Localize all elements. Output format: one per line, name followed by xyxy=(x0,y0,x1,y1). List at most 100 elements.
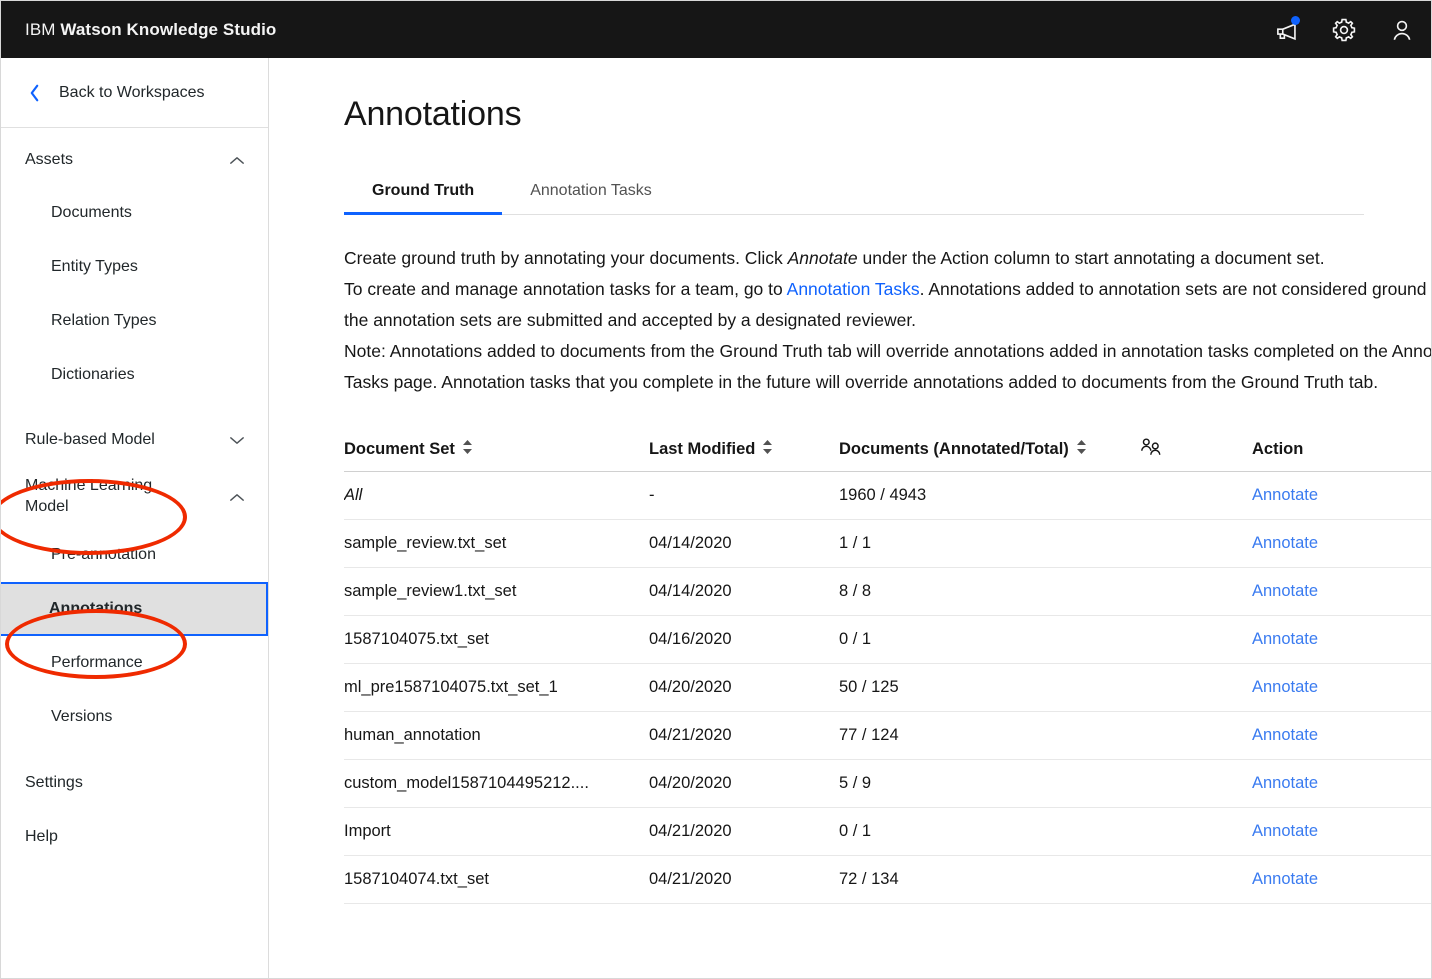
cell-last-modified: 04/21/2020 xyxy=(649,870,732,888)
description-text: Create ground truth by annotating your d… xyxy=(344,248,788,268)
sidebar-item-performance[interactable]: Performance xyxy=(1,636,268,690)
account-button[interactable] xyxy=(1373,1,1431,58)
user-avatar-icon xyxy=(1389,17,1415,43)
annotate-link[interactable]: Annotate xyxy=(1252,630,1318,648)
sidebar-item-label: Entity Types xyxy=(51,258,138,275)
cell-action: Annotate xyxy=(1252,726,1431,745)
annotate-link[interactable]: Annotate xyxy=(1252,870,1318,888)
sidebar-section-assets[interactable]: Assets xyxy=(1,134,268,186)
chevron-up-icon xyxy=(228,488,246,506)
column-header-document-set[interactable]: Document Set xyxy=(344,439,649,460)
annotate-link[interactable]: Annotate xyxy=(1252,726,1318,744)
cell-last-modified: 04/14/2020 xyxy=(649,582,732,600)
sidebar-item-annotations[interactable]: Annotations xyxy=(1,582,268,636)
sidebar-nav-list: Assets Documents Entity Types Relation T… xyxy=(1,128,268,864)
annotate-link[interactable]: Annotate xyxy=(1252,534,1318,552)
sidebar-item-label: Annotations xyxy=(49,600,143,617)
table-row[interactable]: ml_pre1587104075.txt_set_1 04/20/2020 50… xyxy=(344,664,1431,712)
annotate-link[interactable]: Annotate xyxy=(1252,486,1318,504)
cell-last-modified: 04/16/2020 xyxy=(649,630,732,648)
cell-document-set: sample_review.txt_set xyxy=(344,534,507,552)
tab-ground-truth[interactable]: Ground Truth xyxy=(344,176,503,215)
sort-arrows-icon xyxy=(762,439,773,460)
annotate-link[interactable]: Annotate xyxy=(1252,774,1318,792)
cell-document-set: custom_model1587104495212.... xyxy=(344,774,589,792)
cell-documents: 1 / 1 xyxy=(839,534,872,552)
column-header-label: Documents (Annotated/Total) xyxy=(839,440,1069,458)
description-text: To create and manage annotation tasks fo… xyxy=(344,279,787,299)
back-to-workspaces-link[interactable]: Back to Workspaces xyxy=(1,58,268,128)
cell-document-set: 1587104075.txt_set xyxy=(344,630,489,648)
annotate-link[interactable]: Annotate xyxy=(1252,678,1318,696)
column-header-last-modified[interactable]: Last Modified xyxy=(649,439,839,460)
cell-last-modified: 04/14/2020 xyxy=(649,534,732,552)
table-row[interactable]: All - 1960 / 4943 Annotate xyxy=(344,472,1431,520)
sidebar-section-rule-based-model[interactable]: Rule-based Model xyxy=(1,414,268,466)
column-header-label: Document Set xyxy=(344,440,455,458)
sidebar-item-pre-annotation[interactable]: Pre-annotation xyxy=(1,528,268,582)
description-paragraph-1: Create ground truth by annotating your d… xyxy=(344,243,1431,274)
table-row[interactable]: 1587104075.txt_set 04/16/2020 0 / 1 Anno… xyxy=(344,616,1431,664)
brand-title: IBM Watson Knowledge Studio xyxy=(25,20,276,40)
description-paragraph-2: To create and manage annotation tasks fo… xyxy=(344,274,1431,336)
sidebar-item-dictionaries[interactable]: Dictionaries xyxy=(1,348,268,402)
annotation-tasks-link[interactable]: Annotation Tasks xyxy=(787,279,920,299)
cell-last-modified: 04/21/2020 xyxy=(649,726,732,744)
column-header-users xyxy=(1139,437,1252,463)
cell-document-set: Import xyxy=(344,822,391,840)
column-header-action: Action xyxy=(1252,440,1431,459)
sidebar-item-label: Documents xyxy=(51,204,132,221)
chevron-down-icon xyxy=(228,431,246,449)
table-row[interactable]: sample_review.txt_set 04/14/2020 1 / 1 A… xyxy=(344,520,1431,568)
table-row[interactable]: Import 04/21/2020 0 / 1 Annotate xyxy=(344,808,1431,856)
table-row[interactable]: sample_review1.txt_set 04/14/2020 8 / 8 … xyxy=(344,568,1431,616)
notification-dot xyxy=(1291,16,1300,25)
cell-action: Annotate xyxy=(1252,678,1431,697)
sidebar-section-label: Rule-based Model xyxy=(25,430,155,448)
description-paragraph-3: Note: Annotations added to documents fro… xyxy=(344,341,1431,392)
app-header: IBM Watson Knowledge Studio xyxy=(1,1,1431,58)
cell-action: Annotate xyxy=(1252,534,1431,553)
annotate-link[interactable]: Annotate xyxy=(1252,822,1318,840)
sidebar-section-machine-learning-model[interactable]: Machine Learning Model xyxy=(1,466,268,528)
cell-last-modified: 04/20/2020 xyxy=(649,774,732,792)
column-header-label: Action xyxy=(1252,440,1304,458)
annotate-link[interactable]: Annotate xyxy=(1252,582,1318,600)
sidebar-item-help[interactable]: Help xyxy=(1,810,268,864)
header-actions xyxy=(1257,1,1431,58)
cell-documents: 8 / 8 xyxy=(839,582,872,600)
sidebar-item-relation-types[interactable]: Relation Types xyxy=(1,294,268,348)
sort-arrows-icon xyxy=(1076,439,1087,460)
sidebar-item-label: Dictionaries xyxy=(51,366,135,383)
document-sets-table: Document Set Last Modified Documents (An… xyxy=(344,428,1431,904)
sidebar-item-settings[interactable]: Settings xyxy=(1,756,268,810)
tab-label: Annotation Tasks xyxy=(530,182,652,199)
cell-documents: 50 / 125 xyxy=(839,678,899,696)
cell-documents: 5 / 9 xyxy=(839,774,872,792)
column-header-documents[interactable]: Documents (Annotated/Total) xyxy=(839,439,1139,460)
cell-action: Annotate xyxy=(1252,486,1431,505)
sidebar-item-label: Relation Types xyxy=(51,312,157,329)
table-row[interactable]: custom_model1587104495212.... 04/20/2020… xyxy=(344,760,1431,808)
sidebar-item-documents[interactable]: Documents xyxy=(1,186,268,240)
announcements-button[interactable] xyxy=(1257,1,1315,58)
sidebar-item-label: Pre-annotation xyxy=(51,546,156,563)
table-row[interactable]: human_annotation 04/21/2020 77 / 124 Ann… xyxy=(344,712,1431,760)
sidebar-item-label: Performance xyxy=(51,654,143,671)
cell-documents: 0 / 1 xyxy=(839,822,872,840)
sidebar-item-entity-types[interactable]: Entity Types xyxy=(1,240,268,294)
cell-document-set: All xyxy=(344,486,363,504)
tab-label: Ground Truth xyxy=(372,182,475,199)
sidebar-section-label: Machine Learning Model xyxy=(25,477,153,515)
page-title: Annotations xyxy=(344,95,522,133)
sidebar-item-versions[interactable]: Versions xyxy=(1,690,268,744)
cell-action: Annotate xyxy=(1252,774,1431,793)
cell-documents: 1960 / 4943 xyxy=(839,486,927,504)
cell-last-modified: 04/20/2020 xyxy=(649,678,732,696)
settings-button[interactable] xyxy=(1315,1,1373,58)
tab-annotation-tasks[interactable]: Annotation Tasks xyxy=(502,176,680,214)
gear-icon xyxy=(1331,17,1357,43)
table-row[interactable]: 1587104074.txt_set 04/21/2020 72 / 134 A… xyxy=(344,856,1431,904)
table-header-row: Document Set Last Modified Documents (An… xyxy=(344,428,1431,472)
